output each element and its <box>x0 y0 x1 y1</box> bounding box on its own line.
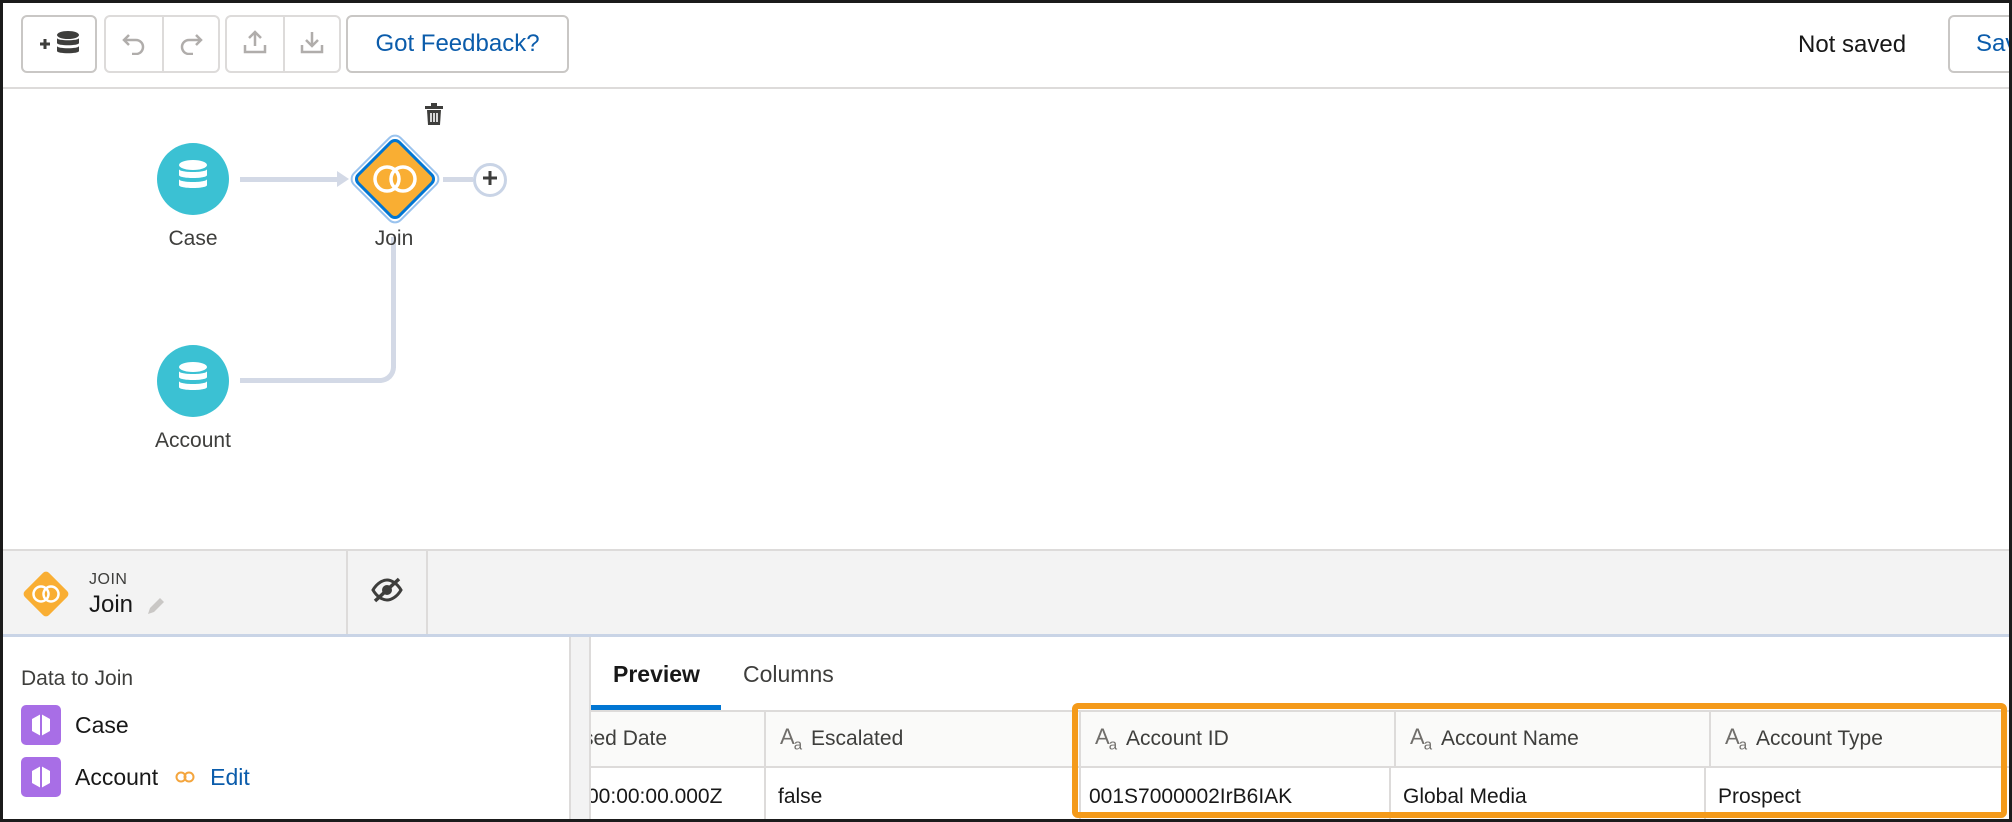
panel-resize-handle[interactable] <box>571 637 591 819</box>
node-type-label: JOIN <box>89 571 128 588</box>
table-cell[interactable]: false <box>766 768 1081 819</box>
column-label: Account Name <box>1441 727 1579 750</box>
column-header[interactable]: Aa Escalated <box>766 712 1081 768</box>
cell-value: Prospect <box>1718 784 1801 808</box>
cell-value: 001S7000002IrB6IAK <box>1089 784 1293 808</box>
column-label: Escalated <box>811 727 904 750</box>
connector-join-out <box>443 177 473 182</box>
column-label: Account ID <box>1126 727 1229 750</box>
source-item-account[interactable]: Account Edit <box>21 757 250 797</box>
cell-value: 00:00:00.000Z <box>591 784 723 808</box>
undo-redo-group <box>104 15 220 73</box>
column-label: Account Type <box>1756 727 1883 750</box>
preview-tabs: Preview Columns <box>591 637 2009 712</box>
recipe-canvas[interactable]: Case Join Account <box>3 89 2009 549</box>
connector-corner <box>371 355 396 383</box>
text-type-icon: Aa <box>780 724 802 754</box>
tab-preview[interactable]: Preview <box>613 661 700 688</box>
panel-heading: Data to Join <box>21 667 134 690</box>
table-cell[interactable]: Prospect <box>1706 768 2009 819</box>
save-button[interactable]: Save <box>1948 15 2009 73</box>
table-cell[interactable]: 001S7000002IrB6IAK <box>1081 768 1391 819</box>
upload-button[interactable] <box>227 17 283 71</box>
add-database-icon <box>36 29 82 59</box>
column-header[interactable]: sed Date <box>591 712 766 768</box>
node-title-cell: JOIN Join <box>3 551 348 634</box>
text-type-icon: Aa <box>1410 724 1432 754</box>
eye-slash-icon <box>370 576 404 609</box>
table-cell[interactable]: Global Media <box>1391 768 1706 819</box>
upload-icon <box>242 29 268 60</box>
download-button[interactable] <box>283 17 339 71</box>
database-icon <box>177 361 209 401</box>
text-type-icon: Aa <box>1095 724 1117 754</box>
tab-columns[interactable]: Columns <box>743 661 834 688</box>
redo-icon <box>178 29 204 60</box>
cell-value: Global Media <box>1403 784 1527 808</box>
dataset-icon <box>21 705 61 745</box>
cell-value: false <box>778 784 823 808</box>
join-node[interactable] <box>344 128 446 230</box>
join-link-icon <box>174 767 196 788</box>
column-header[interactable]: Aa Account Type <box>1711 712 2009 768</box>
toolbar: Got Feedback? Not saved Save <box>3 3 2009 89</box>
save-status: Not saved <box>1798 31 1907 58</box>
source-label: Account <box>75 763 159 790</box>
undo-icon <box>121 29 147 60</box>
connector-account-join-vertical <box>391 237 396 368</box>
node-label-account: Account <box>155 429 231 452</box>
node-details-bar: JOIN Join <box>3 549 2009 637</box>
database-icon <box>177 159 209 199</box>
data-to-join-panel: Data to Join Case Account Edit <box>3 637 571 819</box>
edit-name-icon[interactable] <box>145 595 167 622</box>
join-node-icon <box>21 569 71 619</box>
plus-icon <box>481 169 499 192</box>
datasource-node-account[interactable] <box>157 345 229 417</box>
column-label: sed Date <box>591 727 668 750</box>
download-icon <box>299 29 325 60</box>
dataset-icon <box>21 757 61 797</box>
undo-button[interactable] <box>106 17 162 71</box>
column-header[interactable]: Aa Account ID <box>1081 712 1396 768</box>
add-node-button[interactable] <box>473 163 507 197</box>
column-header[interactable]: Aa Account Name <box>1396 712 1711 768</box>
datasource-node-case[interactable] <box>157 143 229 215</box>
edit-join-link[interactable]: Edit <box>210 764 250 791</box>
upload-download-group <box>225 15 341 73</box>
node-label-join: Join <box>374 227 414 250</box>
table-cell[interactable]: 00:00:00.000Z <box>591 768 766 819</box>
source-item-case[interactable]: Case <box>21 705 129 745</box>
connector-case-join <box>240 177 340 182</box>
node-name: Join <box>89 591 134 618</box>
connector-account-join-horizontal <box>240 378 380 383</box>
add-data-button[interactable] <box>21 15 97 73</box>
hide-preview-button[interactable] <box>348 551 428 634</box>
preview-grid: sed Date Aa Escalated Aa Account ID Aa A… <box>591 712 2009 819</box>
text-type-icon: Aa <box>1725 724 1747 754</box>
redo-button[interactable] <box>162 17 218 71</box>
source-label: Case <box>75 711 129 738</box>
app-frame: Got Feedback? Not saved Save Case <box>0 0 2012 822</box>
preview-panel: Preview Columns sed Date Aa Escalated Aa… <box>591 637 2009 819</box>
feedback-button[interactable]: Got Feedback? <box>346 15 569 73</box>
node-label-case: Case <box>168 227 218 250</box>
